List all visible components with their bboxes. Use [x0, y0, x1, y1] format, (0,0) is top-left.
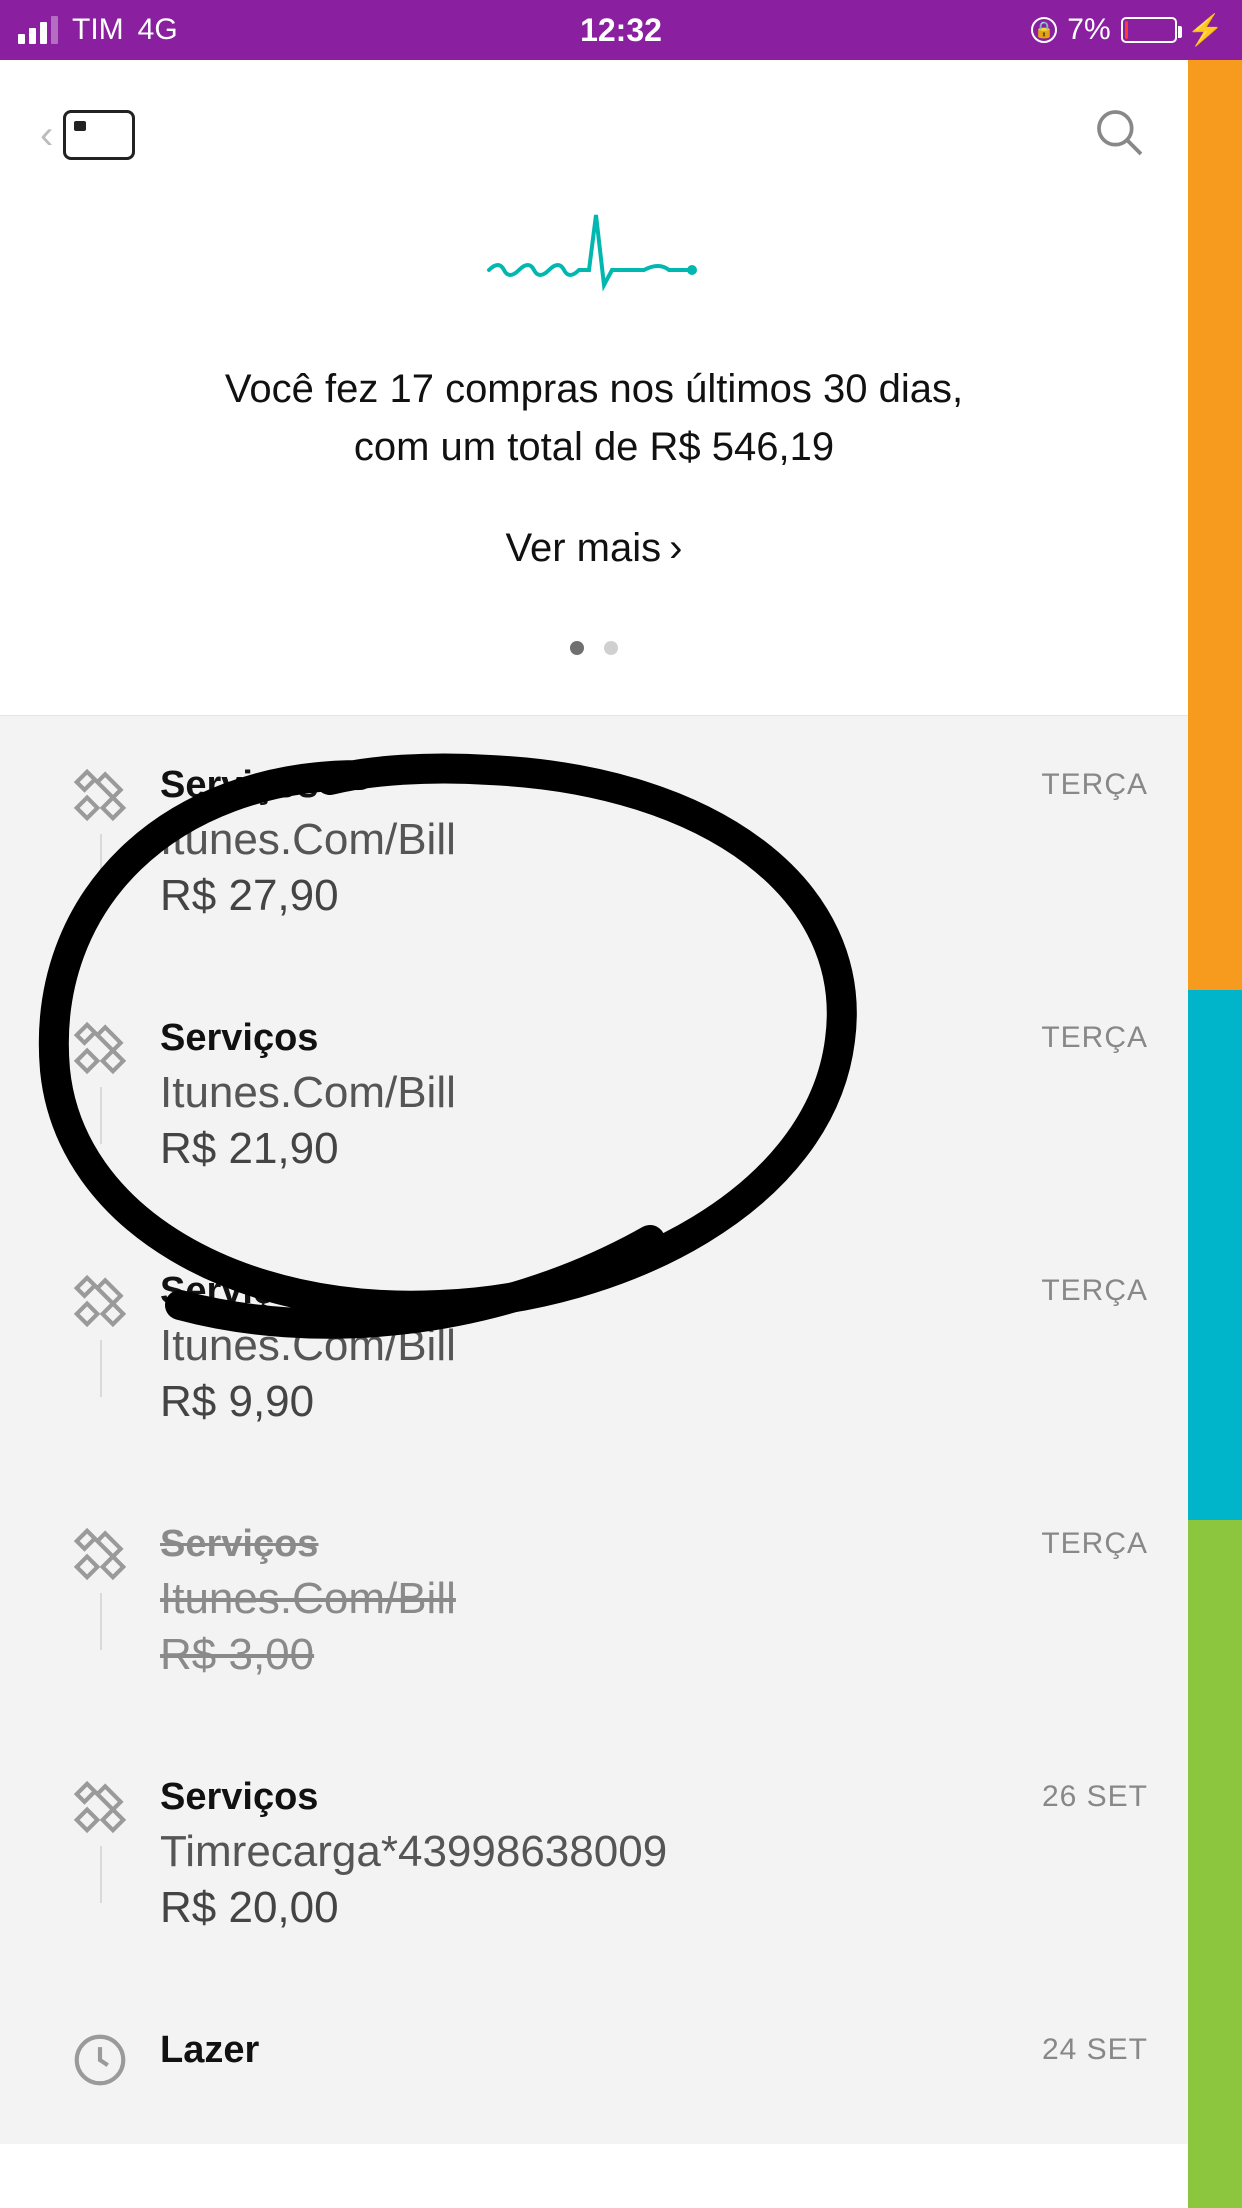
transaction-amount: R$ 3,00: [160, 1630, 968, 1680]
see-more-link[interactable]: Ver mais›: [40, 526, 1148, 571]
transaction-merchant: Itunes.Com/Bill: [160, 1068, 968, 1118]
transaction-date: 24 SET: [968, 2029, 1148, 2067]
category-color-rail: [1188, 60, 1242, 2208]
card-icon: [63, 110, 135, 160]
chevron-left-icon: ‹: [40, 113, 53, 158]
transaction-merchant: Timrecarga*43998638009: [160, 1827, 968, 1877]
tools-icon: [69, 1523, 131, 1590]
tools-icon: [69, 1776, 131, 1843]
transaction-row[interactable]: Serviços Itunes.Com/Bill R$ 3,00 TERÇA: [0, 1475, 1188, 1728]
transaction-date: 26 SET: [968, 1776, 1148, 1814]
tools-icon: [69, 1270, 131, 1337]
transaction-row[interactable]: Serviços Itunes.Com/Bill R$ 21,90 TERÇA: [0, 969, 1188, 1222]
transaction-amount: R$ 27,90: [160, 871, 968, 921]
tools-icon: [69, 764, 131, 831]
rail-segment-teal[interactable]: [1188, 990, 1242, 1520]
transaction-list[interactable]: ServiçosItunes.Com/BillR$ 27,90TERÇAServ…: [0, 716, 1188, 2144]
battery-icon: [1121, 17, 1177, 43]
page-indicator[interactable]: [40, 641, 1148, 655]
transaction-row[interactable]: Serviços Timrecarga*43998638009 R$ 20,00 26…: [0, 1728, 1188, 1981]
clock-label: 12:32: [580, 12, 662, 49]
carrier-label: TIM: [72, 13, 124, 47]
signal-icon: [18, 16, 58, 44]
rail-segment-orange[interactable]: [1188, 60, 1242, 990]
tools-icon: [69, 1017, 131, 1084]
rail-segment-green[interactable]: [1188, 1520, 1242, 2208]
transaction-category: Serviços: [160, 764, 968, 807]
transaction-merchant: Itunes.Com/Bill: [160, 1574, 968, 1624]
transaction-date: TERÇA: [968, 764, 1148, 802]
transaction-date: TERÇA: [968, 1017, 1148, 1055]
transaction-category: Serviços: [160, 1270, 968, 1313]
transaction-amount: R$ 21,90: [160, 1124, 968, 1174]
status-bar: TIM 4G 12:32 🔒 7% ⚡: [0, 0, 1242, 60]
summary-line1: Você fez 17 compras nos últimos 30 dias,: [100, 360, 1088, 418]
transaction-category: Lazer: [160, 2029, 968, 2072]
page-dot: [604, 641, 618, 655]
chevron-right-icon: ›: [669, 526, 682, 570]
see-more-label: Ver mais: [506, 526, 662, 570]
battery-pct: 7%: [1067, 13, 1110, 47]
pulse-graphic: [40, 200, 1148, 300]
orientation-lock-icon: 🔒: [1031, 17, 1057, 43]
transaction-merchant: Itunes.Com/Bill: [160, 1321, 968, 1371]
transaction-date: TERÇA: [968, 1523, 1148, 1561]
search-button[interactable]: [1092, 105, 1148, 166]
summary-line2: com um total de R$ 546,19: [100, 418, 1088, 476]
clock-icon: [69, 2029, 131, 2096]
transaction-category: Serviços: [160, 1523, 968, 1566]
page-dot-active: [570, 641, 584, 655]
charging-icon: ⚡: [1187, 13, 1224, 48]
transaction-amount: R$ 20,00: [160, 1883, 968, 1933]
transaction-row[interactable]: Serviços Itunes.Com/Bill R$ 27,90 TERÇA: [0, 716, 1188, 969]
network-label: 4G: [138, 13, 178, 47]
summary-card: ‹ Você fez 17 compras nos últimos 30 dia…: [0, 60, 1188, 716]
back-button[interactable]: ‹: [40, 110, 135, 160]
transaction-amount: R$ 9,90: [160, 1377, 968, 1427]
transaction-merchant: Itunes.Com/Bill: [160, 815, 968, 865]
transaction-row[interactable]: Lazer24 SET: [0, 1981, 1188, 2144]
transaction-date: TERÇA: [968, 1270, 1148, 1308]
transaction-category: Serviços: [160, 1017, 968, 1060]
search-icon: [1092, 105, 1148, 161]
transaction-row[interactable]: Serviços Itunes.Com/Bill R$ 9,90 TERÇA: [0, 1222, 1188, 1475]
transaction-category: Serviços: [160, 1776, 968, 1819]
